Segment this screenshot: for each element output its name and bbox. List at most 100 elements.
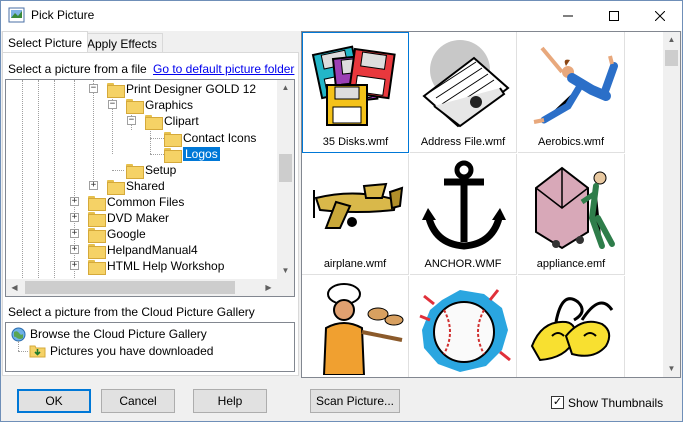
scan-picture-button[interactable]: Scan Picture... — [310, 389, 400, 413]
folder-icon — [107, 179, 125, 195]
cloud-item-label: Pictures you have downloaded — [50, 344, 214, 358]
thumbnail-ballet-shoes[interactable] — [518, 276, 625, 377]
anchor-icon — [422, 160, 506, 250]
scroll-down-icon[interactable]: ▼ — [277, 266, 294, 275]
tree-item-clipart[interactable]: Clipart — [145, 113, 199, 130]
tab-apply-effects[interactable]: Apply Effects — [81, 33, 163, 53]
tree-item-logos[interactable]: Logos — [164, 146, 220, 163]
tree-item-print-designer[interactable]: Print Designer GOLD 12 — [107, 81, 256, 98]
cloud-item-browse[interactable]: Browse the Cloud Picture Gallery — [11, 326, 207, 342]
grid-vertical-scrollbar[interactable]: ▲ ▼ — [663, 32, 680, 377]
thumbnail-aerobics[interactable]: Aerobics.wmf — [518, 32, 625, 153]
tree-item-helpandmanual[interactable]: HelpandManual4 — [88, 242, 198, 259]
folder-icon — [126, 98, 144, 114]
scrollbar-corner — [277, 279, 294, 296]
minimize-icon — [563, 15, 573, 16]
floppy-disks-icon — [311, 45, 396, 126]
tree-expander[interactable]: + — [70, 245, 79, 254]
tree-vertical-scrollbar[interactable]: ▲ ▼ — [277, 80, 294, 279]
thumbnail-airplane[interactable]: airplane.wmf — [302, 154, 409, 275]
cloud-item-label: Browse the Cloud Picture Gallery — [30, 327, 207, 341]
tree-guide — [22, 80, 23, 280]
scroll-right-icon[interactable]: ▶ — [260, 283, 277, 292]
cloud-section-label: Select a picture from the Cloud Picture … — [8, 305, 255, 319]
cloud-gallery-tree[interactable]: Browse the Cloud Picture Gallery Picture… — [5, 322, 295, 372]
close-button[interactable] — [637, 0, 683, 31]
baker-icon — [322, 283, 404, 375]
thumbnail-label: ANCHOR.WMF — [424, 258, 502, 270]
tree-expander[interactable]: + — [70, 261, 79, 270]
ballet-shoes-icon — [530, 297, 614, 362]
scroll-thumb[interactable] — [279, 154, 292, 182]
cancel-button[interactable]: Cancel — [101, 389, 175, 413]
thumbnail-label: appliance.emf — [536, 258, 606, 270]
tree-item-shared[interactable]: Shared — [107, 178, 165, 195]
tree-item-label: Setup — [145, 163, 177, 177]
folder-icon — [145, 114, 163, 130]
title-bar: Pick Picture — [0, 0, 683, 31]
airplane-icon — [313, 182, 404, 229]
tree-guide — [150, 154, 164, 155]
download-folder-icon — [29, 345, 46, 358]
scroll-up-icon[interactable]: ▲ — [277, 83, 294, 92]
tree-expander[interactable]: + — [70, 229, 79, 238]
scroll-up-icon[interactable]: ▲ — [663, 35, 680, 44]
tree-guide — [18, 341, 19, 351]
thumbnail-appliance[interactable]: appliance.emf — [518, 154, 625, 275]
thumbnail-35-disks[interactable]: 35 Disks.wmf — [302, 32, 409, 153]
tree-guide — [18, 351, 28, 352]
folder-icon — [88, 211, 106, 227]
folder-icon — [107, 82, 125, 98]
thumbnail-anchor[interactable]: ANCHOR.WMF — [410, 154, 517, 275]
tree-item-html-help-workshop[interactable]: HTML Help Workshop — [88, 258, 224, 275]
ok-button[interactable]: OK — [17, 389, 91, 413]
tab-select-picture[interactable]: Select Picture — [2, 31, 89, 52]
default-folder-link[interactable]: Go to default picture folder — [153, 62, 294, 76]
tree-item-contact-icons[interactable]: Contact Icons — [164, 130, 256, 147]
app-icon — [8, 7, 25, 23]
thumbnail-baker[interactable] — [302, 276, 409, 377]
tree-expander[interactable]: − — [89, 84, 98, 93]
maximize-icon — [609, 10, 619, 21]
thumbnail-baseball[interactable] — [410, 276, 517, 377]
baseball-icon — [419, 289, 511, 372]
close-icon — [655, 10, 665, 21]
folder-icon — [88, 259, 106, 275]
tree-guide — [150, 126, 151, 154]
tree-expander[interactable]: + — [89, 181, 98, 190]
tree-item-label: Common Files — [107, 195, 185, 209]
tree-expander[interactable]: + — [70, 213, 79, 222]
folder-icon — [126, 163, 144, 179]
folder-tree[interactable]: − Print Designer GOLD 12 − Graphics − Cl… — [5, 79, 295, 297]
thumbnail-label: Aerobics.wmf — [537, 136, 605, 148]
scroll-thumb[interactable] — [665, 50, 678, 66]
globe-icon — [11, 327, 26, 341]
thumbnail-label: airplane.wmf — [323, 258, 387, 270]
tree-expander[interactable]: − — [108, 100, 117, 109]
tree-guide — [38, 80, 39, 280]
show-thumbnails-checkbox[interactable]: ✓ — [551, 396, 564, 409]
tree-item-setup[interactable]: Setup — [126, 162, 177, 179]
rolodex-icon — [422, 40, 510, 128]
tree-expander[interactable]: − — [127, 116, 136, 125]
tree-item-common-files[interactable]: Common Files — [88, 194, 185, 211]
thumbnail-label: 35 Disks.wmf — [322, 136, 389, 148]
cloud-item-downloaded[interactable]: Pictures you have downloaded — [29, 343, 213, 359]
scroll-thumb[interactable] — [25, 281, 235, 294]
tree-item-graphics[interactable]: Graphics — [126, 97, 194, 114]
tree-item-label: Logos — [183, 147, 220, 161]
minimize-button[interactable] — [545, 0, 591, 31]
tree-expander[interactable]: + — [70, 197, 79, 206]
tree-horizontal-scrollbar[interactable]: ◀ ▶ — [6, 279, 277, 296]
scroll-left-icon[interactable]: ◀ — [6, 283, 23, 292]
tree-item-dvd-maker[interactable]: DVD Maker — [88, 210, 169, 227]
folder-icon — [164, 131, 182, 147]
tree-item-label: Graphics — [145, 98, 194, 112]
thumbnail-grid[interactable]: 35 Disks.wmf Address File.wmf Aerobics.w… — [301, 31, 681, 378]
scroll-down-icon[interactable]: ▼ — [663, 364, 680, 373]
tree-item-label: Google — [107, 227, 146, 241]
thumbnail-address-file[interactable]: Address File.wmf — [410, 32, 517, 153]
maximize-button[interactable] — [591, 0, 637, 31]
help-button[interactable]: Help — [193, 389, 267, 413]
tree-item-google[interactable]: Google — [88, 226, 146, 243]
